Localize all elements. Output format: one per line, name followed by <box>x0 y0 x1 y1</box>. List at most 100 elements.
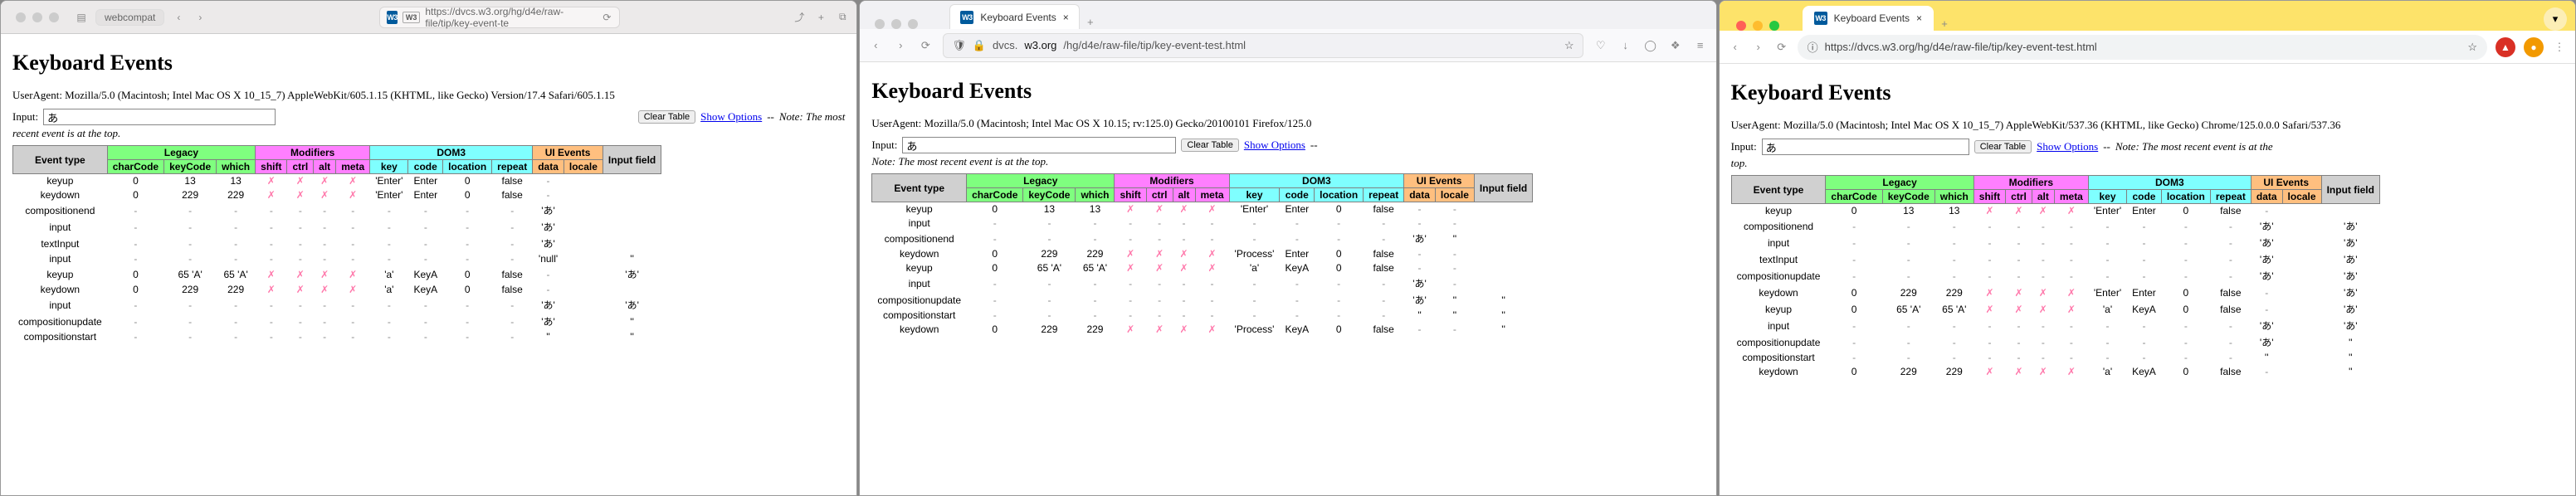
cell: 0 <box>1826 301 1882 318</box>
cell-event-type: compositionend <box>13 202 108 219</box>
cell-event-type: keydown <box>1731 365 1826 379</box>
zoom-window-button[interactable] <box>49 12 59 22</box>
close-window-button[interactable] <box>16 12 26 22</box>
note-part1: Note: The most recent event is at the <box>2115 140 2273 153</box>
tab-active[interactable]: W3 Keyboard Events × <box>949 4 1079 29</box>
fwd-icon[interactable]: › <box>1751 40 1766 55</box>
minimize-window-button[interactable] <box>891 19 901 29</box>
colgroup-dom3: DOM3 <box>2088 176 2251 190</box>
cell: - <box>1364 275 1404 292</box>
cell: ✗ <box>314 266 336 283</box>
address-bar[interactable]: W3 W3 https://dvcs.w3.org/hg/d4e/raw-fil… <box>379 7 620 28</box>
note-sep: -- <box>767 110 774 124</box>
profile-icon[interactable]: ● <box>2524 37 2544 57</box>
reload-icon[interactable]: ⟳ <box>918 38 933 53</box>
address-bar[interactable]: ⓘ https://dvcs.w3.org/hg/d4e/raw-file/ti… <box>1798 35 2487 60</box>
reload-icon[interactable]: ⟳ <box>601 10 612 25</box>
zoom-window-button[interactable] <box>1769 21 1779 31</box>
show-options-link[interactable]: Show Options <box>1244 139 1305 152</box>
table-row: keyup065 'A'65 'A'✗✗✗✗'a'KeyA0false-'あ' <box>1731 301 2379 318</box>
colgroup-legacy: Legacy <box>967 174 1115 188</box>
cell: 0 <box>443 174 492 188</box>
show-options-link[interactable]: Show Options <box>2037 140 2098 153</box>
cell: 0 <box>107 188 163 202</box>
new-tab-icon[interactable]: + <box>813 10 828 25</box>
sidebar-icon[interactable]: ▤ <box>74 10 89 25</box>
search-tabs-button[interactable]: ▾ <box>2544 7 2567 31</box>
col-repeat: repeat <box>2210 190 2251 204</box>
cell: 'あ' <box>2321 218 2379 235</box>
test-input[interactable] <box>43 109 276 125</box>
cell: ✗ <box>1146 323 1173 337</box>
extension-1-icon[interactable]: ▲ <box>2496 37 2515 57</box>
cell: ✗ <box>336 266 370 283</box>
back-icon[interactable]: ‹ <box>868 38 883 53</box>
cell <box>603 188 661 202</box>
cell: 0 <box>107 174 163 188</box>
share-icon[interactable]: ⤴ <box>792 10 807 25</box>
col-meta: meta <box>2054 190 2088 204</box>
back-icon[interactable]: ‹ <box>1728 40 1743 55</box>
table-row: input-----------'あ''あ' <box>13 297 661 314</box>
fwd-icon[interactable]: › <box>193 10 207 25</box>
table-row: keydown0229229✗✗✗✗'Process'KeyA0false--'… <box>872 323 1533 337</box>
clear-table-button[interactable]: Clear Table <box>1974 140 2032 153</box>
tab-inactive[interactable]: webcompat <box>95 9 164 26</box>
download-icon[interactable]: ↓ <box>1618 38 1633 53</box>
cell: - <box>287 219 314 236</box>
cell: 0 <box>1826 284 1882 301</box>
bookmark-icon[interactable]: ☆ <box>1564 39 1574 52</box>
shield-icon[interactable]: 🛡 <box>952 39 966 52</box>
lock-icon: 🔒 <box>973 39 986 52</box>
cell: - <box>2006 351 2032 365</box>
cell: - <box>2054 218 2088 235</box>
minimize-window-button[interactable] <box>32 12 42 22</box>
cell: - <box>1146 292 1173 309</box>
account-icon[interactable]: ◯ <box>1643 38 1658 53</box>
new-tab-icon[interactable]: + <box>1937 16 1952 31</box>
tab-active[interactable]: W3 Keyboard Events × <box>1803 6 1934 31</box>
close-window-button[interactable] <box>1736 21 1746 31</box>
tabs-icon[interactable]: ⧉ <box>835 10 850 25</box>
show-options-link[interactable]: Show Options <box>700 110 762 124</box>
fwd-icon[interactable]: › <box>893 38 908 53</box>
menu-icon[interactable]: ≡ <box>1693 38 1708 53</box>
bookmark-icon[interactable]: ☆ <box>2467 41 2477 54</box>
site-info-icon[interactable]: ⓘ <box>1808 39 1818 55</box>
extensions-icon[interactable]: ❖ <box>1668 38 1683 53</box>
cell: KeyA <box>408 266 443 283</box>
cell: 229 <box>1934 365 1973 379</box>
new-tab-icon[interactable]: + <box>1083 14 1098 29</box>
cell: - <box>370 297 408 314</box>
cell: - <box>2054 334 2088 351</box>
reload-icon[interactable]: ⟳ <box>1774 40 1789 55</box>
col-event-type: Event type <box>1731 176 1826 204</box>
col-charCode: charCode <box>107 160 163 174</box>
cell-event-type: input <box>13 252 108 266</box>
test-input[interactable] <box>1762 139 1969 155</box>
cell: - <box>1364 216 1404 231</box>
cell: - <box>1364 309 1404 323</box>
zoom-window-button[interactable] <box>908 19 918 29</box>
close-window-button[interactable] <box>875 19 885 29</box>
cell: 'あ' <box>2321 284 2379 301</box>
cell: - <box>336 202 370 219</box>
col-locale: locale <box>2282 190 2321 204</box>
heart-icon[interactable]: ♡ <box>1593 38 1608 53</box>
cell: ✗ <box>256 174 287 188</box>
address-bar[interactable]: 🛡 🔒 dvcs.w3.org/hg/d4e/raw-file/tip/key-… <box>943 33 1583 58</box>
cell: 'a' <box>370 283 408 297</box>
clear-table-button[interactable]: Clear Table <box>638 110 695 124</box>
cell: - <box>408 297 443 314</box>
cell: - <box>967 309 1023 323</box>
close-tab-icon[interactable]: × <box>1063 12 1069 23</box>
test-input[interactable] <box>902 137 1176 153</box>
close-tab-icon[interactable]: × <box>1916 12 1922 24</box>
window-controls <box>1728 21 1788 31</box>
cell: - <box>1023 216 1076 231</box>
minimize-window-button[interactable] <box>1753 21 1763 31</box>
cell: - <box>1826 318 1882 334</box>
clear-table-button[interactable]: Clear Table <box>1181 139 1238 152</box>
back-icon[interactable]: ‹ <box>171 10 186 25</box>
menu-icon[interactable]: ⋮ <box>2552 40 2567 55</box>
